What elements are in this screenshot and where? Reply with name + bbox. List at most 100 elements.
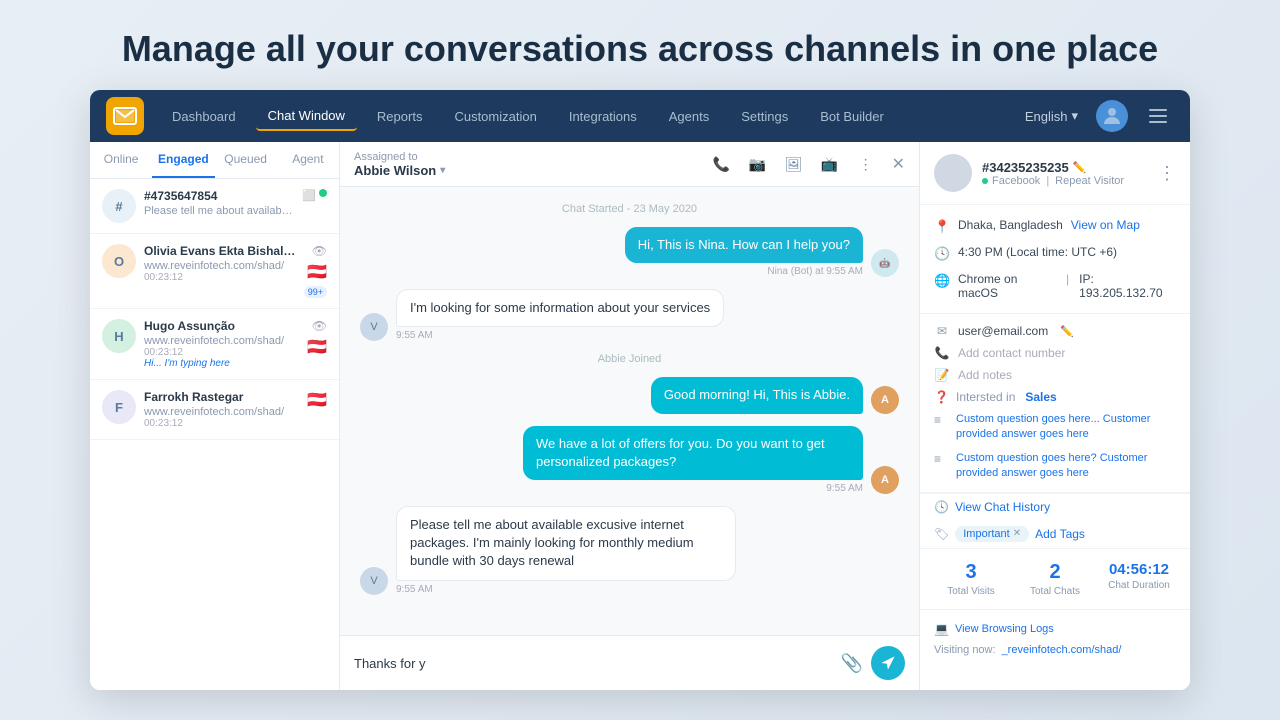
interest-label: Intersted in	[956, 390, 1015, 404]
phone-button[interactable]: 📞	[708, 150, 736, 178]
visitor-id-text: #34235235235	[982, 160, 1069, 175]
chat-time: 00:23:12	[144, 272, 296, 283]
chat-meta: 👁 🇦🇹 99+	[304, 244, 327, 298]
chat-list: # #4735647854 Please tell me about avail…	[90, 179, 339, 690]
avatar: A	[871, 386, 899, 414]
total-chats-label: Total Chats	[1018, 586, 1092, 597]
history-icon: 🕓	[934, 500, 949, 514]
clock-icon: 🕓	[934, 246, 950, 262]
browser-text: Chrome on macOS	[958, 272, 1056, 300]
visiting-now-row: Visiting now: _reveinfotech.com/shad/	[934, 640, 1176, 660]
visitor-info: #34235235235 ✏️ Facebook | Repeat Visito…	[982, 160, 1158, 187]
nav-bot-builder[interactable]: Bot Builder	[808, 103, 896, 130]
nav-settings[interactable]: Settings	[729, 103, 800, 130]
status-dot	[319, 189, 327, 197]
add-contact-label[interactable]: Add contact number	[958, 346, 1065, 360]
time-row: 🕓 4:30 PM (Local time: UTC +6)	[934, 240, 1176, 267]
browser-icon: 🌐	[934, 273, 950, 289]
chat-meta: 🇦🇹	[307, 390, 327, 410]
chat-name: #4735647854	[144, 189, 294, 203]
badge: 99+	[304, 286, 327, 298]
more-options-button[interactable]: ⋮	[1158, 163, 1176, 184]
browsing-section: 💻 View Browsing Logs Visiting now: _reve…	[920, 610, 1190, 668]
message-row: We have a lot of offers for you. Do you …	[360, 426, 899, 494]
chat-preview: www.reveinfotech.com/shad/	[144, 335, 299, 347]
notes-icon: 📝	[934, 368, 950, 382]
navbar-logo	[106, 97, 144, 135]
language-selector[interactable]: English ▾	[1025, 108, 1078, 124]
language-label: English	[1025, 109, 1068, 124]
view-chat-history-button[interactable]: 🕓 View Chat History	[920, 493, 1190, 520]
list-item[interactable]: F Farrokh Rastegar www.reveinfotech.com/…	[90, 380, 339, 440]
tab-engaged[interactable]: Engaged	[152, 142, 214, 178]
attach-button[interactable]: 📎	[841, 653, 863, 674]
chat-item-info: Farrokh Rastegar www.reveinfotech.com/sh…	[144, 390, 299, 429]
nav-dashboard[interactable]: Dashboard	[160, 103, 248, 130]
custom-question-1: ≡ Custom question goes here... Customer …	[934, 408, 1176, 447]
avatar: F	[102, 390, 136, 424]
chat-meta: ⬜	[302, 189, 327, 202]
nav-customization[interactable]: Customization	[442, 103, 548, 130]
agent-name: Abbie Wilson	[354, 163, 436, 178]
edit-email-icon[interactable]: ✏️	[1060, 325, 1074, 338]
ip-text: IP: 193.205.132.70	[1079, 272, 1176, 300]
chat-header: Assaigned to Abbie Wilson ▾ 📞 📷 🖼 📺 ⋮	[340, 142, 919, 187]
list-item[interactable]: O Olivia Evans Ekta Bishal N... www.reve…	[90, 234, 339, 309]
add-tags-button[interactable]: Add Tags	[1035, 527, 1085, 541]
avatar	[934, 154, 972, 192]
message-time: 9:55 AM	[396, 330, 724, 341]
close-button[interactable]: ✕	[892, 154, 905, 174]
message-bubble: Please tell me about available excusive …	[396, 506, 736, 581]
screen-button[interactable]: 📺	[816, 150, 844, 178]
video-button[interactable]: 📷	[744, 150, 772, 178]
tab-agent[interactable]: Agent	[277, 142, 339, 178]
tab-queued[interactable]: Queued	[215, 142, 277, 178]
tags-row: 🏷 Important ✕ Add Tags	[920, 520, 1190, 549]
total-visits-label: Total Visits	[934, 586, 1008, 597]
view-history-label[interactable]: View Chat History	[955, 500, 1050, 514]
messages-area: Chat Started - 23 May 2020 Hi, This is N…	[340, 187, 919, 635]
avatar: H	[102, 319, 136, 353]
right-panel: #34235235235 ✏️ Facebook | Repeat Visito…	[920, 142, 1190, 690]
browser-row: 🌐 Chrome on macOS | IP: 193.205.132.70	[934, 267, 1176, 305]
send-button[interactable]	[871, 646, 905, 680]
nav-reports[interactable]: Reports	[365, 103, 435, 130]
email-value: user@email.com	[958, 324, 1048, 338]
visiting-url[interactable]: _reveinfotech.com/shad/	[1002, 644, 1122, 656]
chat-actions: 📞 📷 🖼 📺 ⋮ ✕	[708, 150, 905, 178]
chat-input[interactable]	[354, 656, 833, 671]
assigned-agent[interactable]: Abbie Wilson ▾	[354, 163, 445, 178]
email-icon: ✉	[934, 324, 950, 338]
image-button[interactable]: 🖼	[780, 150, 808, 178]
location-text: Dhaka, Bangladesh	[958, 218, 1063, 232]
nav-integrations[interactable]: Integrations	[557, 103, 649, 130]
message-bubble: We have a lot of offers for you. Do you …	[523, 426, 863, 480]
tag-important: Important ✕	[955, 526, 1029, 542]
list-item[interactable]: H Hugo Assunção www.reveinfotech.com/sha…	[90, 309, 339, 380]
total-chats-value: 2	[1018, 561, 1092, 584]
more-options-button[interactable]: ⋮	[852, 150, 880, 178]
chat-item-info: Olivia Evans Ekta Bishal N... www.revein…	[144, 244, 296, 283]
user-avatar[interactable]	[1096, 100, 1128, 132]
menu-button[interactable]	[1142, 100, 1174, 132]
add-notes-label[interactable]: Add notes	[958, 368, 1012, 382]
page-hero-title: Manage all your conversations across cha…	[122, 0, 1158, 90]
phone-icon: 📞	[934, 346, 950, 360]
nav-chat-window[interactable]: Chat Window	[256, 102, 357, 131]
view-map-link[interactable]: View on Map	[1071, 218, 1140, 232]
chat-meta: 👁 🇦🇹	[307, 319, 327, 357]
chat-time: 00:23:12	[144, 418, 299, 429]
stats-row: 3 Total Visits 2 Total Chats 04:56:12 Ch…	[920, 549, 1190, 610]
list-item[interactable]: # #4735647854 Please tell me about avail…	[90, 179, 339, 234]
edit-icon[interactable]: ✏️	[1073, 161, 1087, 174]
view-browsing-logs-button[interactable]: View Browsing Logs	[955, 623, 1054, 635]
list-icon: ≡	[934, 413, 950, 427]
nav-agents[interactable]: Agents	[657, 103, 721, 130]
eye-icon: 👁	[312, 319, 327, 333]
sidebar-tab-bar: Online Engaged Queued Agent	[90, 142, 339, 179]
remove-tag-button[interactable]: ✕	[1013, 528, 1021, 539]
chat-item-info: #4735647854 Please tell me about availab…	[144, 189, 294, 217]
tab-online[interactable]: Online	[90, 142, 152, 178]
chevron-down-icon: ▾	[440, 165, 445, 176]
online-dot	[982, 178, 988, 184]
